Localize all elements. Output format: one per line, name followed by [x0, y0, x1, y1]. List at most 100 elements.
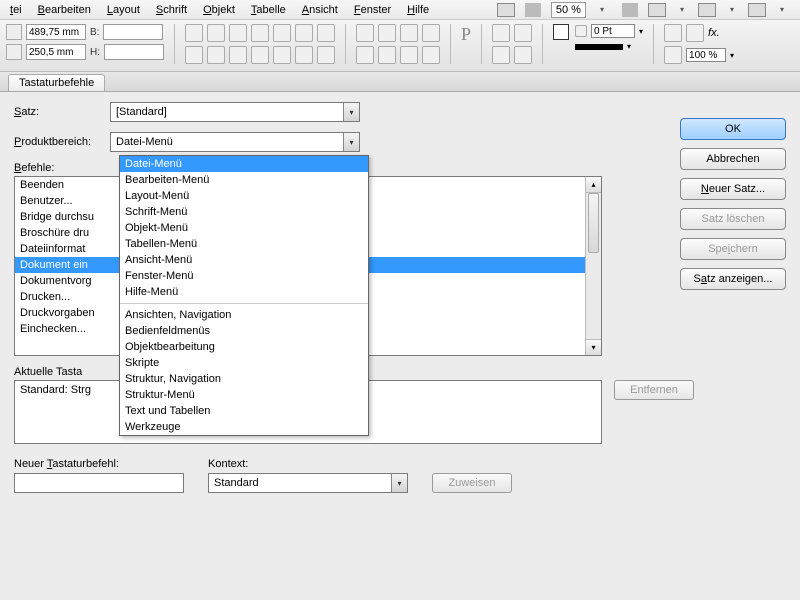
produktbereich-dropdown[interactable]: Datei-MenüBearbeiten-MenüLayout-MenüSchr…: [119, 155, 369, 436]
tool-icon[interactable]: [229, 46, 247, 64]
menu-schrift[interactable]: Schrift: [148, 2, 195, 18]
tool-icon[interactable]: [185, 46, 203, 64]
view-mode-icon-2[interactable]: [698, 3, 716, 17]
dropdown-item[interactable]: Text und Tabellen: [120, 403, 368, 419]
entfernen-button[interactable]: Entfernen: [614, 380, 694, 400]
dropdown-item[interactable]: Ansicht-Menü: [120, 252, 368, 268]
menu-bearbeiten[interactable]: Bearbeiten: [30, 2, 99, 18]
zoom-field[interactable]: 50 %: [551, 2, 586, 18]
dropdown-item[interactable]: Werkzeuge: [120, 419, 368, 435]
menu-tei[interactable]: tei: [2, 2, 30, 18]
align-icon[interactable]: [492, 24, 510, 42]
wrap-icon[interactable]: [400, 24, 418, 42]
dropdown-item[interactable]: Bedienfeldmenüs: [120, 323, 368, 339]
tool-icon[interactable]: [273, 24, 291, 42]
chevron-down-icon[interactable]: [343, 133, 359, 151]
satz-anzeigen-button[interactable]: Satz anzeigen...: [680, 268, 786, 290]
tool-icon[interactable]: [185, 24, 203, 42]
neuer-tastaturbefehl-label: Neuer Tastaturbefehl:: [14, 458, 184, 470]
kontext-label: Kontext:: [208, 458, 408, 470]
satz-combo[interactable]: [Standard]: [110, 102, 360, 122]
tool-icon[interactable]: [273, 46, 291, 64]
satz-loeschen-button[interactable]: Satz löschen: [680, 208, 786, 230]
menu-ansicht[interactable]: Ansicht: [294, 2, 346, 18]
scroll-up-icon[interactable]: ▴: [586, 177, 601, 193]
ref-point-icon-2[interactable]: [6, 44, 22, 60]
stroke-icon[interactable]: [575, 25, 587, 37]
dropdown-item[interactable]: Hilfe-Menü: [120, 284, 368, 300]
align-icon[interactable]: [492, 46, 510, 64]
menu-fenster[interactable]: Fenster: [346, 2, 399, 18]
neuer-satz-button[interactable]: Neuer Satz...: [680, 178, 786, 200]
kontext-combo[interactable]: Standard: [208, 473, 408, 493]
view-mode-icon-3[interactable]: [748, 3, 766, 17]
view-mode-icon-1[interactable]: [648, 3, 666, 17]
dropdown-item[interactable]: Struktur, Navigation: [120, 371, 368, 387]
dropdown-item[interactable]: Bearbeiten-Menü: [120, 172, 368, 188]
opacity-icon[interactable]: [664, 46, 682, 64]
dropdown-item[interactable]: Objektbearbeitung: [120, 339, 368, 355]
wrap-icon[interactable]: [356, 24, 374, 42]
y-field[interactable]: 250,5 mm: [26, 44, 86, 60]
dropdown-item[interactable]: Layout-Menü: [120, 188, 368, 204]
tab-tastaturbefehle[interactable]: Tastaturbefehle: [8, 74, 105, 91]
tool-icon[interactable]: [207, 46, 225, 64]
dropdown-item[interactable]: Schrift-Menü: [120, 204, 368, 220]
scroll-thumb[interactable]: [588, 193, 599, 253]
wrap-icon[interactable]: [378, 24, 396, 42]
wrap-icon[interactable]: [356, 46, 374, 64]
tool-icon[interactable]: [207, 24, 225, 42]
ref-point-icon[interactable]: [6, 24, 22, 40]
aktuelle-value: Standard: Strg: [20, 384, 91, 396]
fx-icon[interactable]: [686, 24, 704, 42]
stroke-style[interactable]: [575, 44, 623, 50]
h-label: H:: [90, 47, 100, 58]
align-icon[interactable]: [514, 46, 532, 64]
menu-objekt[interactable]: Objekt: [195, 2, 243, 18]
tool-icon[interactable]: [317, 46, 335, 64]
tool-icon[interactable]: [229, 24, 247, 42]
tool-icon[interactable]: [317, 24, 335, 42]
h-field[interactable]: [104, 44, 164, 60]
dropdown-item[interactable]: Struktur-Menü: [120, 387, 368, 403]
wrap-icon[interactable]: [422, 46, 440, 64]
tool-icon[interactable]: [251, 24, 269, 42]
chevron-down-icon[interactable]: [343, 103, 359, 121]
produktbereich-combo[interactable]: Datei-Menü: [110, 132, 360, 152]
speichern-button[interactable]: Speichern: [680, 238, 786, 260]
menu-layout[interactable]: Layout: [99, 2, 148, 18]
wrap-icon[interactable]: [378, 46, 396, 64]
br-icon[interactable]: [497, 3, 515, 17]
x-field[interactable]: 489,75 mm: [26, 24, 86, 40]
dropdown-item[interactable]: Objekt-Menü: [120, 220, 368, 236]
neuer-tastaturbefehl-input[interactable]: [14, 473, 184, 493]
menu-hilfe[interactable]: Hilfe: [399, 2, 437, 18]
abbrechen-button[interactable]: Abbrechen: [680, 148, 786, 170]
opacity-field[interactable]: 100 %: [686, 48, 726, 62]
fill-swatch[interactable]: [553, 24, 569, 40]
ok-button[interactable]: OK: [680, 118, 786, 140]
scroll-down-icon[interactable]: ▾: [586, 339, 601, 355]
tool-icon[interactable]: [295, 46, 313, 64]
w-field[interactable]: [103, 24, 163, 40]
fx-label[interactable]: fx.: [708, 27, 720, 39]
zuweisen-button[interactable]: Zuweisen: [432, 473, 512, 493]
dropdown-item[interactable]: Ansichten, Navigation: [120, 307, 368, 323]
tool-icon[interactable]: [251, 46, 269, 64]
satz-label: Satz:: [14, 106, 104, 118]
dropdown-item[interactable]: Skripte: [120, 355, 368, 371]
menu-tabelle[interactable]: Tabelle: [243, 2, 294, 18]
p-icon: P: [461, 24, 471, 45]
scrollbar[interactable]: ▴ ▾: [585, 177, 601, 355]
dropdown-item[interactable]: Fenster-Menü: [120, 268, 368, 284]
aktuelle-label: Aktuelle Tasta: [14, 366, 82, 378]
dropdown-item[interactable]: Datei-Menü: [120, 156, 368, 172]
tool-icon[interactable]: [295, 24, 313, 42]
fx-icon[interactable]: [664, 24, 682, 42]
chevron-down-icon[interactable]: [391, 474, 407, 492]
stroke-weight[interactable]: 0 Pt: [591, 24, 635, 38]
dropdown-item[interactable]: Tabellen-Menü: [120, 236, 368, 252]
align-icon[interactable]: [514, 24, 532, 42]
wrap-icon[interactable]: [422, 24, 440, 42]
wrap-icon[interactable]: [400, 46, 418, 64]
